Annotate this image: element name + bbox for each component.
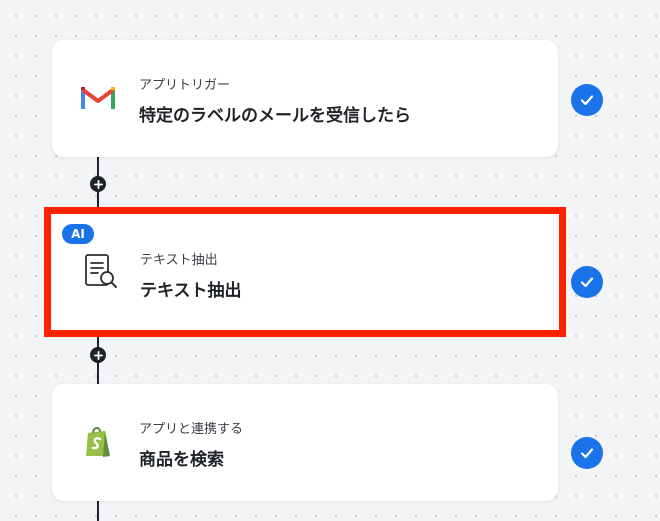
- gmail-icon: [80, 80, 116, 116]
- step-card-gmail-trigger[interactable]: アプリトリガー 特定のラベルのメールを受信したら: [52, 40, 558, 157]
- add-step-button[interactable]: [90, 176, 106, 192]
- check-icon: [571, 266, 603, 298]
- step-title: テキスト抽出: [140, 281, 242, 301]
- check-icon: [571, 84, 603, 116]
- step-card-text-extraction[interactable]: テキスト抽出 テキスト抽出: [44, 207, 566, 337]
- ai-badge: AI: [62, 224, 94, 244]
- step-subtitle: アプリと連携する: [139, 422, 244, 437]
- connector-line: [97, 500, 99, 521]
- step-subtitle: テキスト抽出: [140, 253, 218, 268]
- shopify-icon: [80, 424, 116, 460]
- check-icon: [571, 437, 603, 469]
- document-search-icon: [81, 252, 121, 292]
- add-step-button[interactable]: [90, 347, 106, 363]
- step-subtitle: アプリトリガー: [139, 78, 231, 93]
- step-title: 商品を検索: [139, 450, 224, 470]
- step-card-shopify[interactable]: アプリと連携する 商品を検索: [52, 384, 558, 501]
- plus-icon: [93, 350, 103, 360]
- step-title: 特定のラベルのメールを受信したら: [139, 106, 411, 126]
- plus-icon: [93, 179, 103, 189]
